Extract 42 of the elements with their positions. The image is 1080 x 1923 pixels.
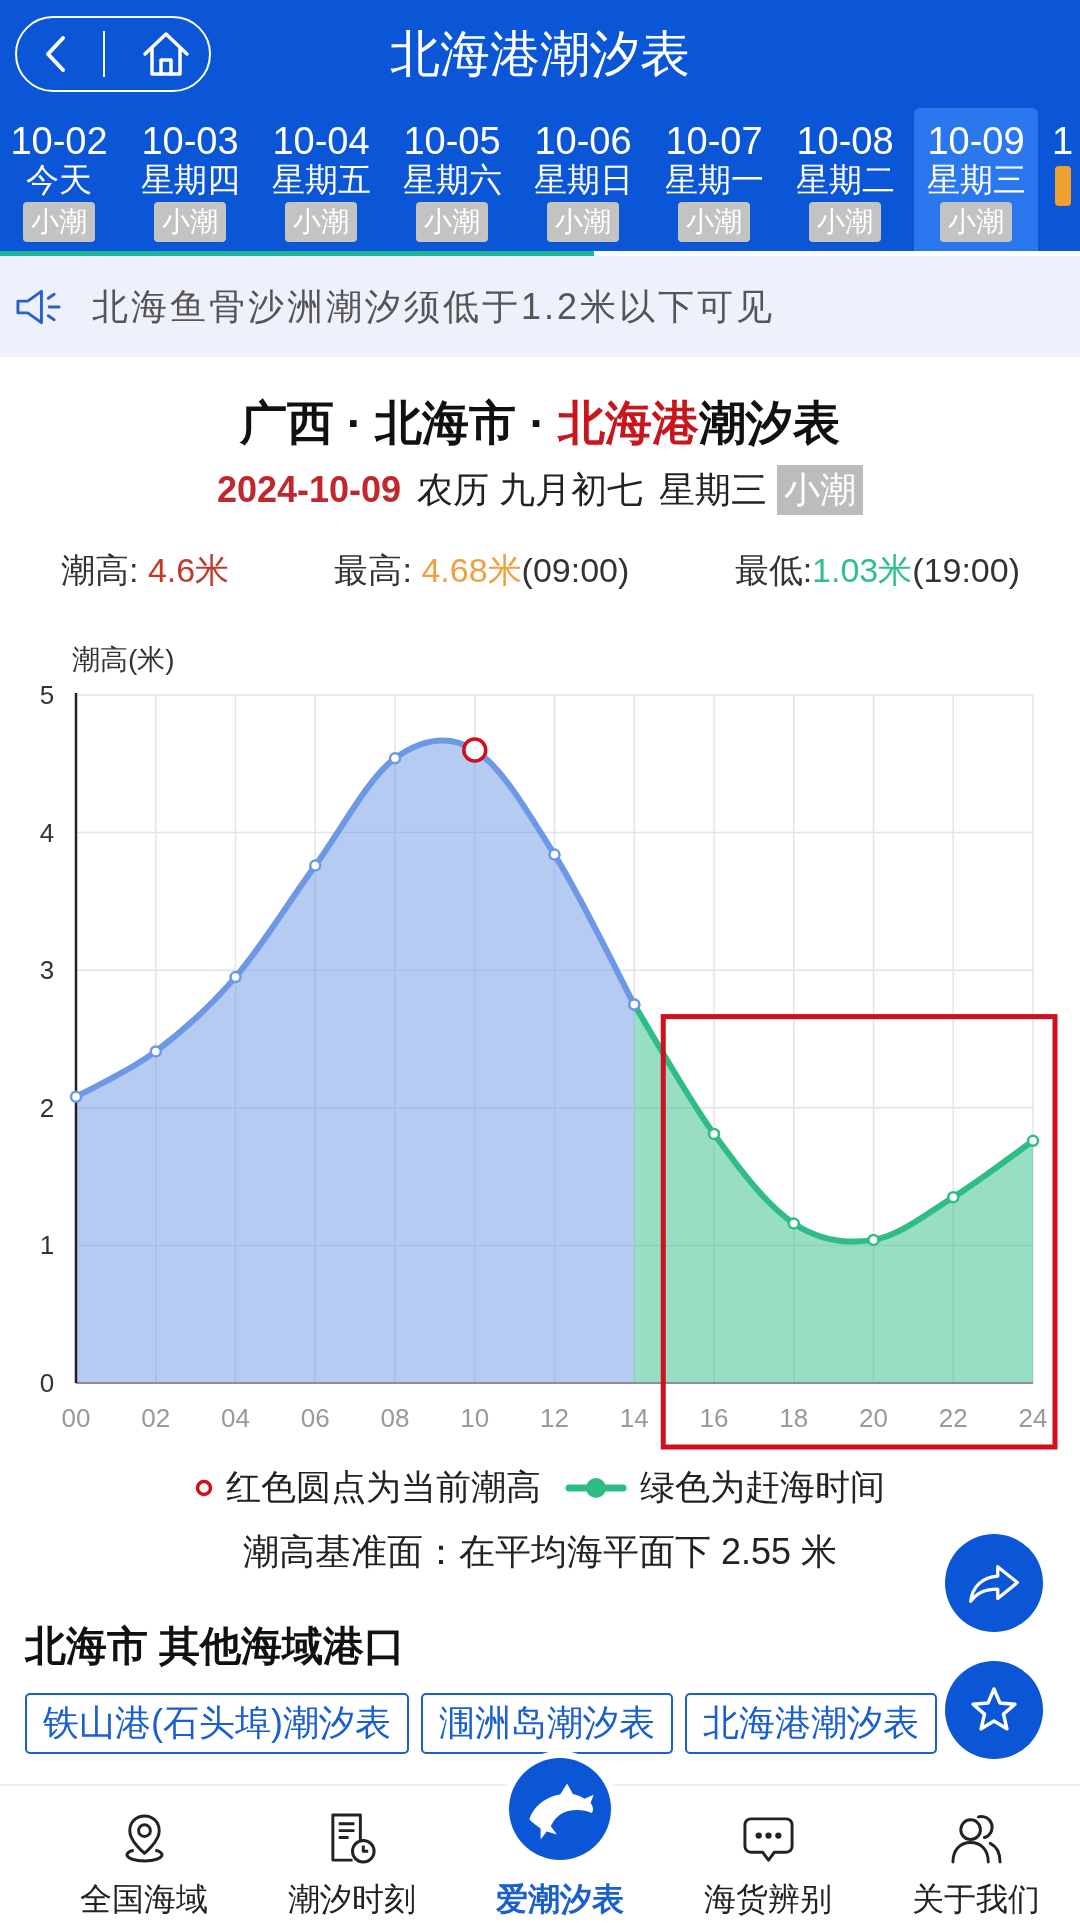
tide-stat: 最高: 4.68米(09:00)	[334, 550, 630, 592]
date-text: 2024-10-09	[216, 468, 402, 513]
y-tick-label: 5	[39, 680, 55, 711]
x-tick-label: 10	[460, 1403, 490, 1434]
tide-badge: 小潮	[285, 202, 357, 242]
tide-badge: 小潮	[940, 202, 1012, 242]
x-tick-label: 24	[1018, 1403, 1048, 1434]
tide-badge: 小潮	[547, 202, 619, 242]
y-tick-label: 1	[39, 1230, 55, 1261]
x-tick-label: 16	[699, 1403, 729, 1434]
y-tick-label: 4	[39, 817, 55, 848]
page-title: 北海港潮汐表	[389, 25, 691, 84]
tide-badge: 小潮	[809, 202, 881, 242]
legend-label: 红色圆点为当前潮高	[226, 1466, 541, 1509]
x-tick-label: 00	[61, 1403, 91, 1434]
tide-stat: 潮高: 4.6米	[61, 550, 230, 592]
y-tick-label: 0	[39, 1368, 55, 1399]
x-tick-label: 22	[938, 1403, 968, 1434]
tide-badge: 小潮	[154, 202, 226, 242]
x-tick-label: 20	[859, 1403, 888, 1434]
y-tick-label: 2	[39, 1093, 55, 1123]
y-tick-label: 3	[39, 955, 55, 986]
tide-badge: 小潮	[416, 202, 488, 242]
notice-text: 北海鱼骨沙洲潮汐须低于1.2米以下可见	[92, 284, 776, 329]
x-tick-label: 18	[779, 1403, 809, 1434]
legend-label: 绿色为赶海时间	[640, 1466, 885, 1509]
datum-note: 潮高基准面：在平均海平面下 2.55 米	[241, 1530, 839, 1574]
x-tick-label: 14	[619, 1403, 649, 1434]
lunar-date: 农历 九月初七	[417, 468, 644, 513]
x-tick-label: 12	[540, 1403, 569, 1434]
weekday-text: 星期三	[659, 468, 768, 513]
x-tick-label: 04	[221, 1403, 250, 1434]
x-tick-label: 02	[141, 1403, 171, 1434]
tide-badge: 小潮	[678, 202, 750, 242]
x-tick-label: 06	[300, 1403, 330, 1434]
tide-badge: 小潮	[777, 465, 864, 516]
page-heading: 广西 · 北海市 · 北海港潮汐表	[238, 395, 842, 451]
axis-title: 潮高(米)	[72, 644, 175, 676]
x-tick-label: 08	[380, 1403, 410, 1434]
tide-stat: 最低:1.03米(19:00)	[734, 550, 1020, 592]
tide-badge: 小潮	[23, 202, 95, 242]
section-title: 北海市 其他海域港口	[23, 1622, 407, 1672]
